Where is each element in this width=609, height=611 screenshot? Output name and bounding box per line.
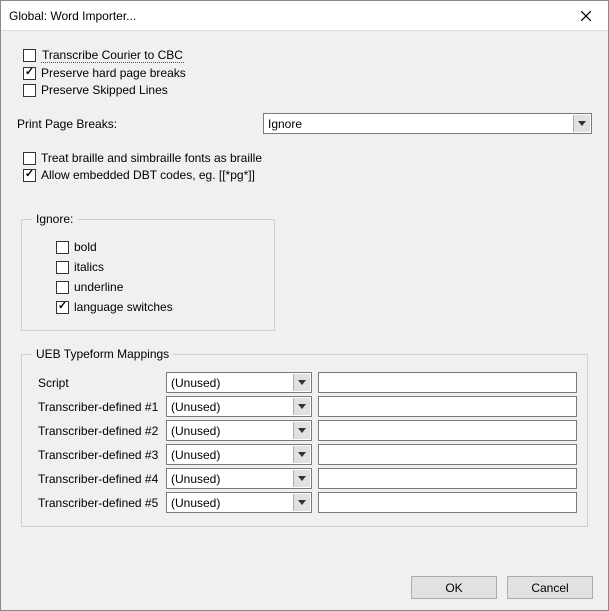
checkbox-label: underline: [74, 280, 123, 294]
dropdown-value: Ignore: [268, 117, 302, 131]
ueb-label: Transcriber-defined #1: [32, 400, 160, 414]
titlebar: Global: Word Importer...: [1, 1, 608, 31]
ueb-row-3: Transcriber-defined #3 (Unused): [32, 444, 577, 465]
dropdown-value: (Unused): [171, 472, 220, 486]
checkbox-label: bold: [74, 240, 97, 254]
checkbox-box: [56, 281, 69, 294]
checkbox-allow-embedded[interactable]: Allow embedded DBT codes, eg. [[*pg*]]: [17, 168, 592, 182]
checkbox-label: italics: [74, 260, 104, 274]
ueb-label: Transcriber-defined #4: [32, 472, 160, 486]
chevron-down-icon: [573, 115, 590, 132]
ueb-label: Transcriber-defined #3: [32, 448, 160, 462]
dialog-content: Transcribe Courier to CBC Preserve hard …: [1, 31, 608, 527]
checkbox-label: Preserve Skipped Lines: [41, 83, 168, 97]
checkbox-transcribe[interactable]: Transcribe Courier to CBC: [17, 48, 592, 63]
checkbox-box: [56, 241, 69, 254]
ueb-text-input[interactable]: [318, 492, 577, 513]
checkbox-treat-braille[interactable]: Treat braille and simbraille fonts as br…: [17, 151, 592, 165]
dropdown-value: (Unused): [171, 496, 220, 510]
ok-button[interactable]: OK: [411, 576, 497, 599]
checkbox-label: Preserve hard page breaks: [41, 66, 186, 80]
checkbox-box: [23, 67, 36, 80]
ueb-row-5: Transcriber-defined #5 (Unused): [32, 492, 577, 513]
fieldset-ueb: UEB Typeform Mappings Script (Unused) Tr…: [21, 347, 588, 527]
close-icon: [581, 11, 591, 21]
checkbox-bold[interactable]: bold: [50, 240, 264, 254]
checkbox-label: Transcribe Courier to CBC: [41, 48, 184, 63]
checkbox-box: [23, 84, 36, 97]
print-page-breaks-dropdown[interactable]: Ignore: [263, 113, 592, 134]
ueb-row-script: Script (Unused): [32, 372, 577, 393]
checkbox-language-switches[interactable]: language switches: [50, 300, 264, 314]
ueb-label: Transcriber-defined #2: [32, 424, 160, 438]
checkbox-preserve-hard[interactable]: Preserve hard page breaks: [17, 66, 592, 80]
checkbox-label: Treat braille and simbraille fonts as br…: [41, 151, 262, 165]
ueb-dropdown[interactable]: (Unused): [166, 372, 312, 393]
dialog-buttons: OK Cancel: [411, 576, 593, 599]
ueb-dropdown[interactable]: (Unused): [166, 420, 312, 441]
chevron-down-icon: [293, 374, 310, 391]
fieldset-ignore-legend: Ignore:: [32, 212, 77, 226]
fieldset-ueb-legend: UEB Typeform Mappings: [32, 347, 173, 361]
checkbox-box: [23, 49, 36, 62]
checkbox-box: [56, 261, 69, 274]
checkbox-label: Allow embedded DBT codes, eg. [[*pg*]]: [41, 168, 255, 182]
ueb-dropdown[interactable]: (Unused): [166, 444, 312, 465]
checkbox-underline[interactable]: underline: [50, 280, 264, 294]
chevron-down-icon: [293, 470, 310, 487]
checkbox-italics[interactable]: italics: [50, 260, 264, 274]
dropdown-value: (Unused): [171, 424, 220, 438]
ueb-text-input[interactable]: [318, 396, 577, 417]
checkbox-box: [23, 152, 36, 165]
cancel-button[interactable]: Cancel: [507, 576, 593, 599]
checkbox-box: [23, 169, 36, 182]
dropdown-value: (Unused): [171, 448, 220, 462]
ueb-label: Transcriber-defined #5: [32, 496, 160, 510]
window-title: Global: Word Importer...: [9, 9, 563, 23]
chevron-down-icon: [293, 398, 310, 415]
ueb-dropdown[interactable]: (Unused): [166, 492, 312, 513]
close-button[interactable]: [563, 1, 608, 31]
print-page-breaks-row: Print Page Breaks: Ignore: [17, 113, 592, 134]
checkbox-label: language switches: [74, 300, 173, 314]
chevron-down-icon: [293, 494, 310, 511]
ueb-label: Script: [32, 376, 160, 390]
dropdown-value: (Unused): [171, 376, 220, 390]
dropdown-value: (Unused): [171, 400, 220, 414]
ueb-dropdown[interactable]: (Unused): [166, 396, 312, 417]
checkbox-preserve-skipped[interactable]: Preserve Skipped Lines: [17, 83, 592, 97]
ueb-row-1: Transcriber-defined #1 (Unused): [32, 396, 577, 417]
ueb-dropdown[interactable]: (Unused): [166, 468, 312, 489]
ueb-text-input[interactable]: [318, 444, 577, 465]
ueb-row-2: Transcriber-defined #2 (Unused): [32, 420, 577, 441]
ueb-text-input[interactable]: [318, 468, 577, 489]
chevron-down-icon: [293, 446, 310, 463]
print-page-breaks-label: Print Page Breaks:: [17, 117, 263, 131]
chevron-down-icon: [293, 422, 310, 439]
ueb-row-4: Transcriber-defined #4 (Unused): [32, 468, 577, 489]
ueb-text-input[interactable]: [318, 420, 577, 441]
fieldset-ignore: Ignore: bold italics underline language …: [21, 212, 275, 331]
checkbox-box: [56, 301, 69, 314]
ueb-text-input[interactable]: [318, 372, 577, 393]
